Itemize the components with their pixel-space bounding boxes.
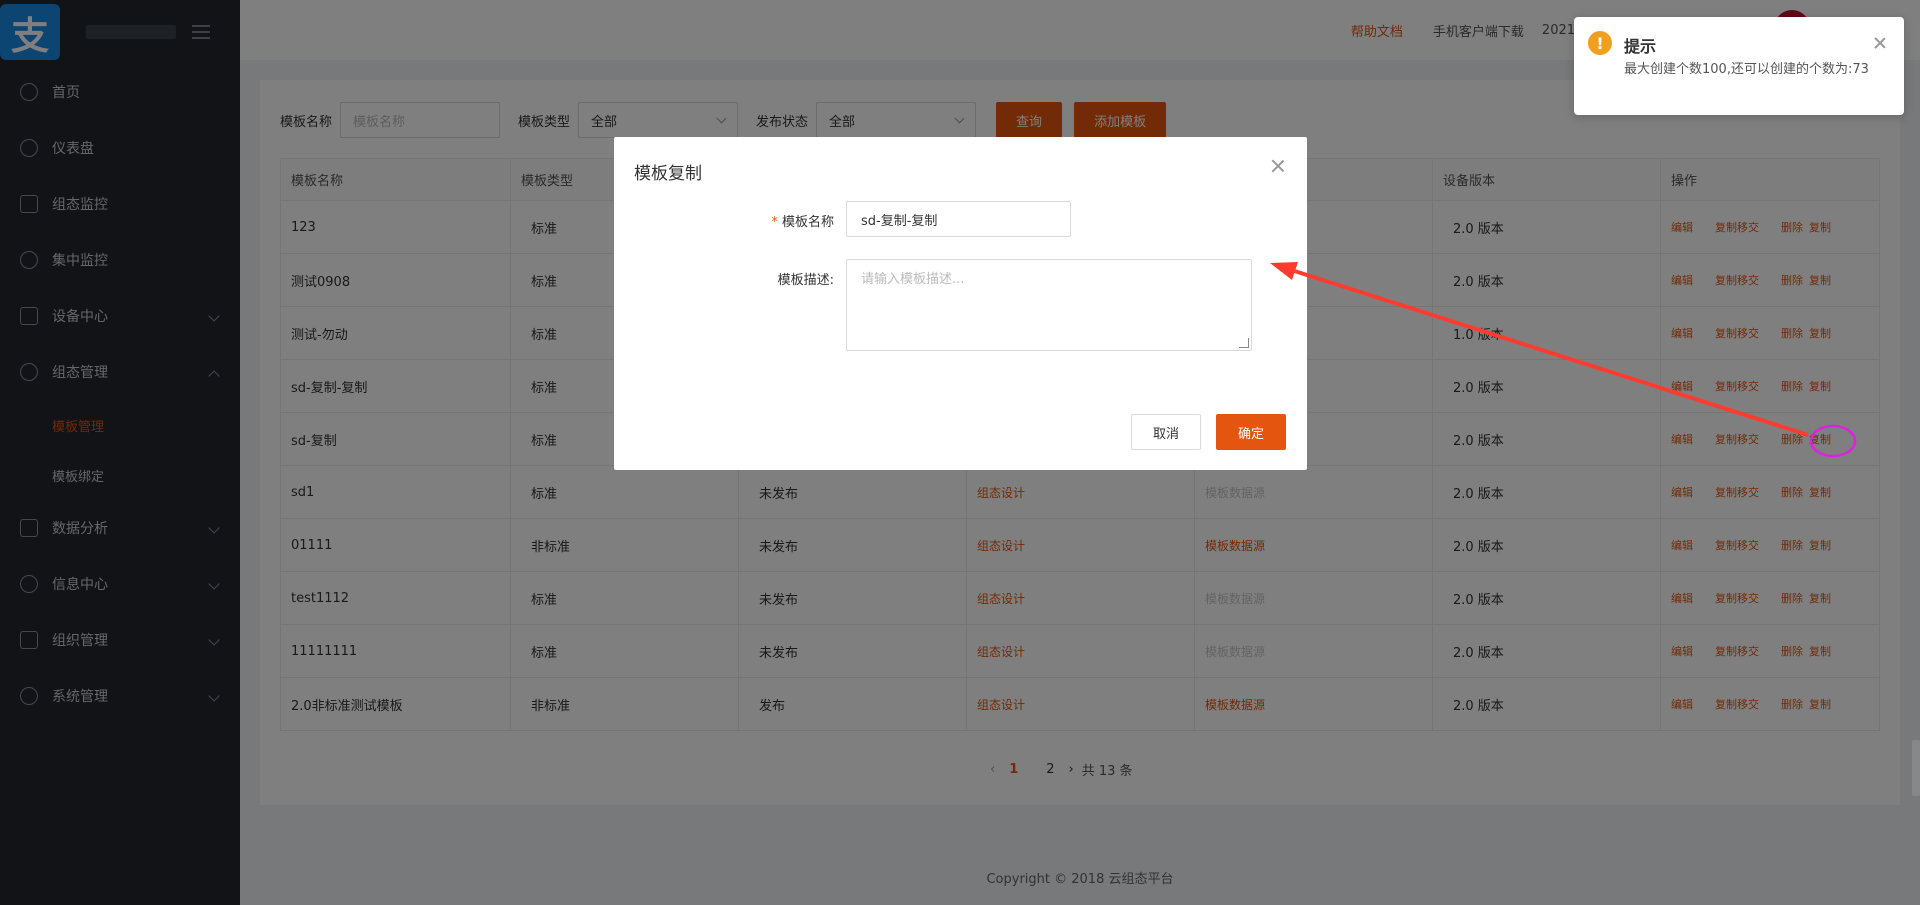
notification-title: 提示: [1624, 37, 1657, 56]
template-desc-field[interactable]: 请输入模板描述...: [846, 259, 1252, 351]
warning-icon: !: [1588, 31, 1612, 55]
dialog-title: 模板复制: [634, 164, 702, 184]
resize-handle-icon[interactable]: [1239, 338, 1249, 348]
desc-field-label: 模板描述:: [777, 273, 834, 288]
notification-body: 最大创建个数100,还可以创建的个数为:73: [1624, 62, 1869, 77]
desc-placeholder: 请输入模板描述...: [861, 272, 965, 287]
close-icon[interactable]: [1874, 37, 1886, 49]
name-field-label: * 模板名称: [714, 211, 834, 230]
side-scroll-tab[interactable]: [1912, 740, 1920, 796]
copy-template-dialog: 模板复制 * 模板名称 sd-复制-复制 模板描述: 请输入模板描述... 取消 …: [614, 137, 1307, 470]
confirm-button[interactable]: 确定: [1216, 414, 1286, 450]
name-field-label-text: 模板名称: [781, 215, 834, 230]
cancel-button[interactable]: 取消: [1131, 414, 1201, 450]
required-mark: *: [771, 215, 778, 230]
close-icon[interactable]: [1271, 159, 1285, 173]
template-name-field[interactable]: sd-复制-复制: [846, 201, 1071, 237]
notification-toast: ! 提示 最大创建个数100,还可以创建的个数为:73: [1574, 17, 1904, 115]
